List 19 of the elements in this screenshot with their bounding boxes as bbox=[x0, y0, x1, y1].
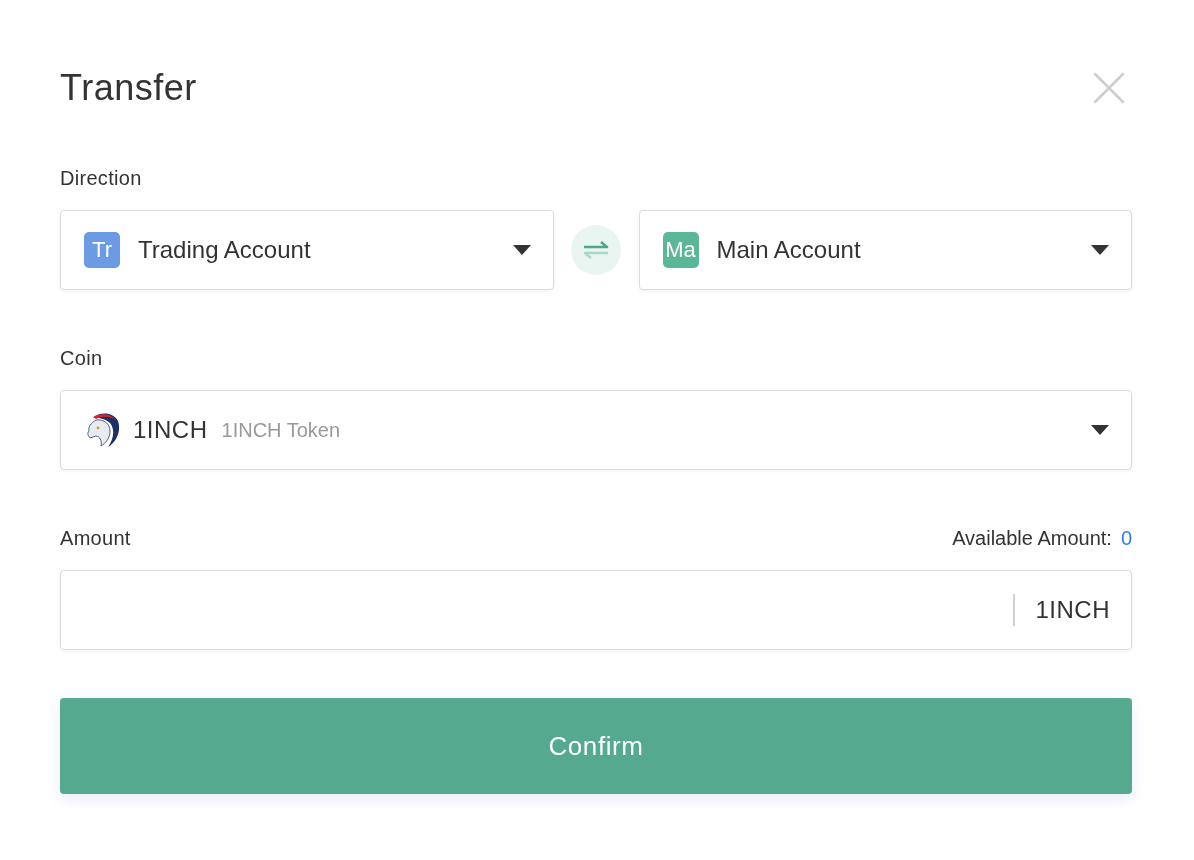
direction-label: Direction bbox=[60, 166, 142, 190]
dialog-title: Transfer bbox=[60, 66, 197, 110]
coin-select[interactable]: 1INCH 1INCH Token bbox=[60, 390, 1132, 470]
coin-label: Coin bbox=[60, 346, 103, 370]
account-badge: Ma bbox=[662, 232, 699, 268]
close-icon[interactable] bbox=[1093, 72, 1125, 104]
unit-label: 1INCH bbox=[1035, 596, 1110, 624]
available-amount-label: Available Amount: bbox=[952, 526, 1112, 550]
caret-icon bbox=[512, 245, 531, 255]
account-badge: Tr bbox=[84, 232, 120, 268]
amount-label: Amount bbox=[60, 526, 131, 550]
swap-icon[interactable] bbox=[571, 225, 621, 275]
caret-icon bbox=[1091, 425, 1109, 435]
caret-icon bbox=[1091, 245, 1109, 255]
amount-input[interactable]: 1INCH bbox=[60, 570, 1132, 650]
account-select[interactable]: Tr Trading Account bbox=[60, 210, 554, 290]
account-select[interactable]: Ma Main Account bbox=[638, 210, 1132, 290]
coin-logo-icon bbox=[84, 411, 120, 449]
available-amount-value: 0 bbox=[1120, 526, 1132, 550]
